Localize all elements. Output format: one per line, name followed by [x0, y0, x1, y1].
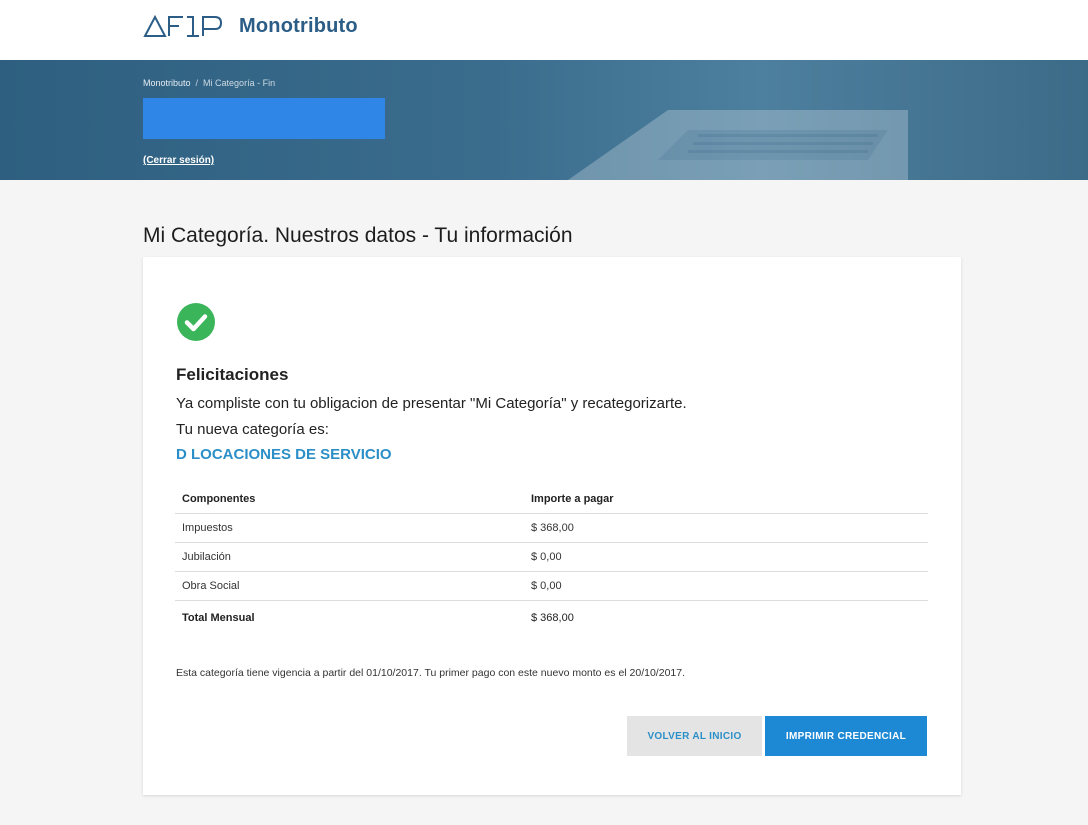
component-amount: $ 368,00: [524, 513, 928, 543]
component-name: Obra Social: [175, 571, 524, 601]
component-name: Jubilación: [175, 542, 524, 572]
back-to-home-button[interactable]: VOLVER AL INICIO: [627, 716, 762, 756]
breadcrumb: Monotributo / Mi Categoría - Fin: [143, 78, 275, 88]
column-header-amount: Importe a pagar: [524, 485, 928, 514]
print-credential-button[interactable]: IMPRIMIR CREDENCIAL: [765, 716, 927, 756]
total-amount: $ 368,00: [531, 612, 574, 624]
breadcrumb-current: Mi Categoría - Fin: [203, 78, 276, 88]
component-amount: $ 0,00: [524, 571, 928, 601]
table-row: Impuestos $ 368,00: [175, 513, 928, 543]
column-header-components: Componentes: [175, 485, 524, 514]
brand-name: Monotributo: [239, 14, 358, 37]
new-category-label: Tu nueva categoría es:: [176, 421, 329, 438]
table-row: Obra Social $ 0,00: [175, 571, 928, 601]
result-card: Felicitaciones Ya compliste con tu oblig…: [143, 257, 961, 795]
new-category-value: D LOCACIONES DE SERVICIO: [176, 446, 392, 463]
total-label: Total Mensual: [182, 612, 255, 624]
hero-banner: Monotributo / Mi Categoría - Fin (Cerrar s…: [0, 60, 1088, 180]
breadcrumb-root[interactable]: Monotributo: [143, 78, 191, 88]
user-info-redacted: [143, 98, 385, 139]
afip-logo-icon: [143, 14, 231, 38]
breadcrumb-separator: /: [195, 78, 199, 88]
validity-note: Esta categoría tiene vigencia a partir d…: [176, 667, 685, 679]
component-amount: $ 0,00: [524, 542, 928, 572]
table-row: Jubilación $ 0,00: [175, 542, 928, 572]
check-circle-icon: [177, 303, 215, 341]
laptop-background-image: [568, 110, 908, 180]
table-header-row: Componentes Importe a pagar: [175, 485, 928, 514]
top-bar: Monotributo: [0, 0, 1088, 60]
page-title: Mi Categoría. Nuestros datos - Tu inform…: [143, 224, 573, 247]
logout-link[interactable]: (Cerrar sesión): [143, 155, 214, 166]
total-row: Total Mensual $ 368,00: [175, 601, 928, 633]
components-table: Componentes Importe a pagar Impuestos $ …: [175, 485, 928, 632]
congrats-heading: Felicitaciones: [176, 365, 289, 384]
component-name: Impuestos: [175, 513, 524, 543]
logo[interactable]: Monotributo: [143, 13, 358, 39]
success-message: Ya compliste con tu obligacion de presen…: [176, 395, 687, 412]
